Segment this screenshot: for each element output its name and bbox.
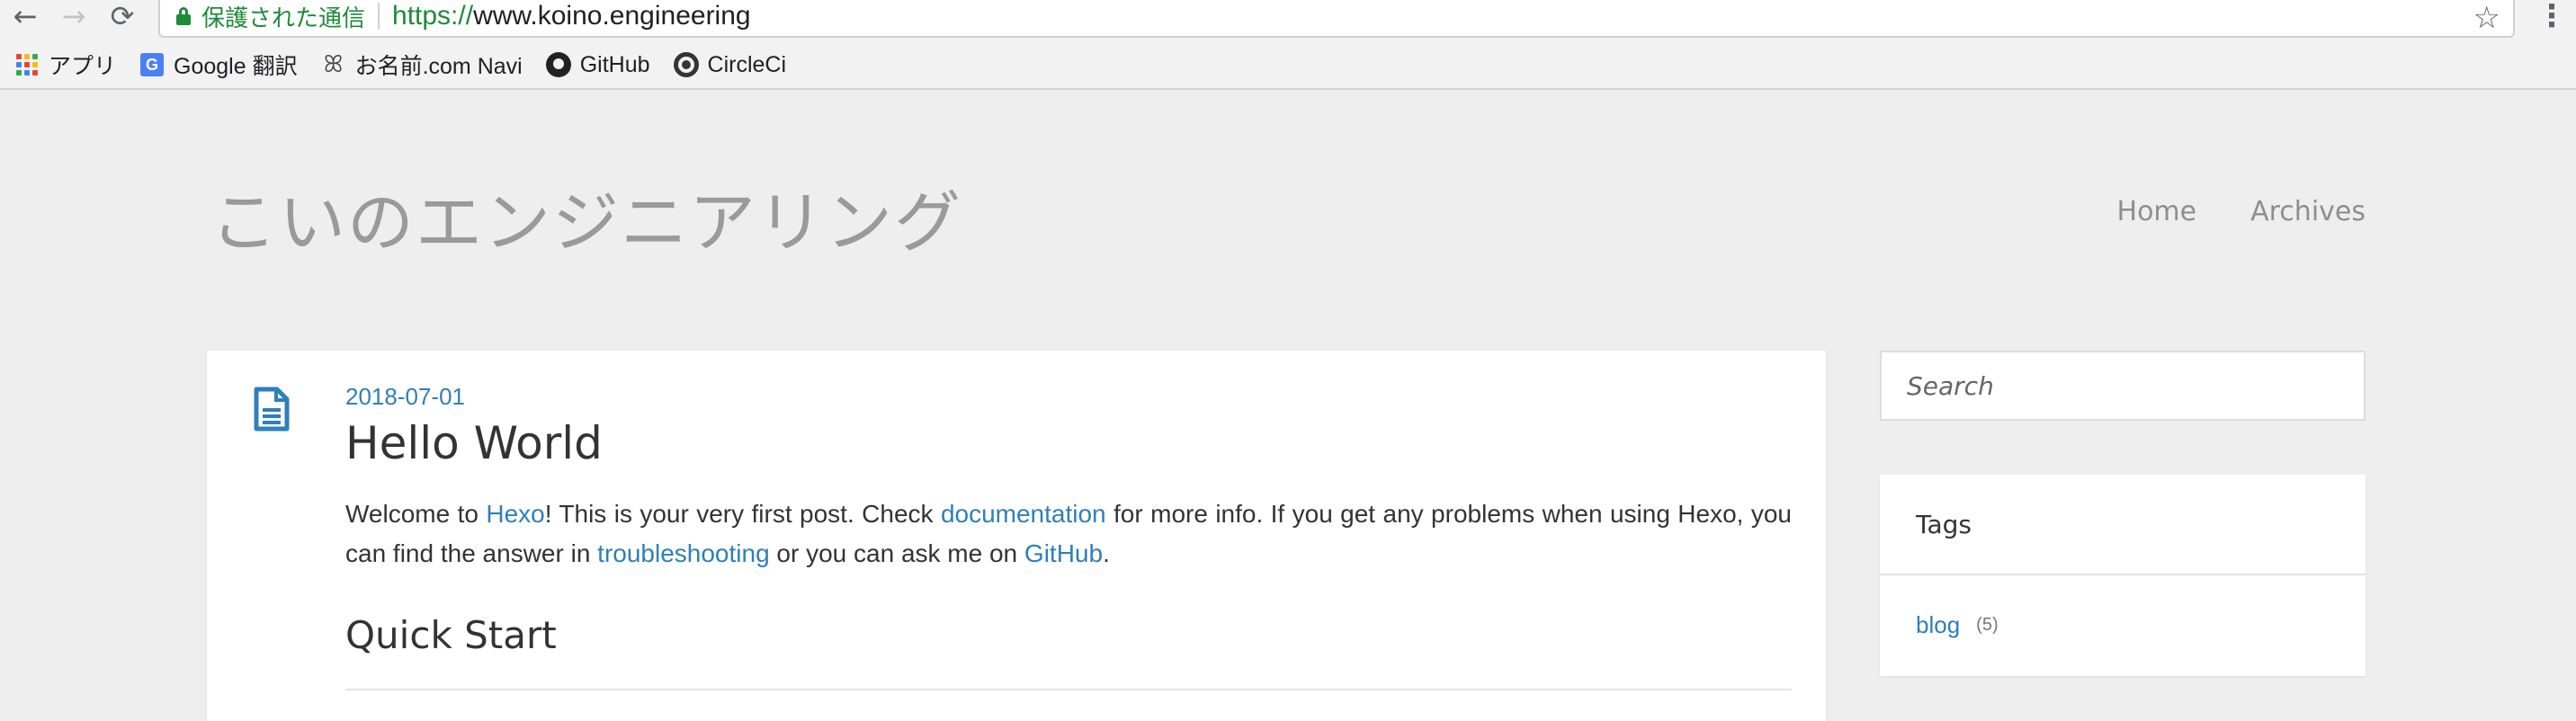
tag-link-blog[interactable]: blog <box>1916 611 1960 639</box>
onamae-icon: ꕤ <box>323 50 344 78</box>
reload-icon: ⟳ <box>110 0 135 33</box>
bookmarks-bar: アプリ G Google 翻訳 ꕤ お名前.com Navi GitHub Ci… <box>0 45 795 85</box>
bookmark-google-translate[interactable]: G Google 翻訳 <box>139 49 298 81</box>
tags-title: Tags <box>1880 475 2366 575</box>
documentation-link[interactable]: documentation <box>941 500 1106 528</box>
bookmark-label: お名前.com Navi <box>354 54 523 79</box>
back-button[interactable]: ← <box>7 0 43 33</box>
tag-item: blog (5) <box>1880 575 2366 674</box>
back-arrow-icon: ← <box>13 0 38 33</box>
tag-count: (5) <box>1976 614 1999 635</box>
search-box <box>1880 351 2366 421</box>
url-host: www.koino.engineering <box>473 1 751 31</box>
troubleshooting-link[interactable]: troubleshooting <box>597 539 769 567</box>
body-text: . <box>1103 539 1110 567</box>
bookmark-label: CircleCi <box>707 51 787 77</box>
search-input[interactable] <box>1907 370 2339 401</box>
apps-grid-icon <box>14 52 40 77</box>
github-link[interactable]: GitHub <box>1024 539 1103 567</box>
body-text: or you can ask me on <box>769 539 1024 567</box>
hexo-link[interactable]: Hexo <box>486 500 544 528</box>
body-text: ! This is your very first post. Check <box>544 500 941 528</box>
lock-icon <box>176 7 191 25</box>
bookmark-apps[interactable]: アプリ <box>14 49 116 81</box>
browser-chrome: ← → ⟳ 保護された通信 https:// www.koino.enginee… <box>0 0 2576 90</box>
url-scheme: https:// <box>392 1 474 31</box>
section-divider <box>345 689 1792 690</box>
post-date[interactable]: 2018-07-01 <box>345 383 465 411</box>
bookmark-star-icon[interactable]: ☆ <box>2473 0 2500 36</box>
post-body: Welcome to Hexo! This is your very first… <box>345 494 1792 574</box>
bookmark-label: Google 翻訳 <box>174 54 298 79</box>
nav-archives-link[interactable]: Archives <box>2250 196 2366 227</box>
tags-widget: Tags blog (5) <box>1880 475 2366 676</box>
forward-button[interactable]: → <box>56 0 92 33</box>
section-heading: Quick Start <box>345 613 557 657</box>
post-title[interactable]: Hello World <box>345 417 603 469</box>
site-nav: Home Archives <box>2063 196 2366 227</box>
github-icon <box>545 52 571 77</box>
google-translate-icon: G <box>139 52 165 77</box>
bookmark-onamae[interactable]: ꕤ お名前.com Navi <box>321 49 523 81</box>
address-bar[interactable]: 保護された通信 https:// www.koino.engineering ☆ <box>158 0 2515 38</box>
browser-menu-icon[interactable]: ⋮ <box>2536 0 2567 34</box>
bookmark-circleci[interactable]: CircleCi <box>673 51 787 78</box>
security-label: 保護された通信 <box>201 4 366 31</box>
address-divider <box>378 3 380 30</box>
reload-button[interactable]: ⟳ <box>104 0 140 33</box>
document-icon <box>254 387 290 432</box>
bookmark-label: GitHub <box>579 51 650 77</box>
post-card: 2018-07-01 Hello World Welcome to Hexo! … <box>207 351 1826 721</box>
nav-home-link[interactable]: Home <box>2117 196 2197 227</box>
bookmark-label: アプリ <box>49 54 117 79</box>
forward-arrow-icon: → <box>61 0 86 33</box>
site-title[interactable]: こいのエンジニアリング <box>210 169 962 265</box>
body-text: Welcome to <box>345 500 487 528</box>
circleci-icon <box>673 52 699 77</box>
bookmark-github[interactable]: GitHub <box>545 51 650 78</box>
